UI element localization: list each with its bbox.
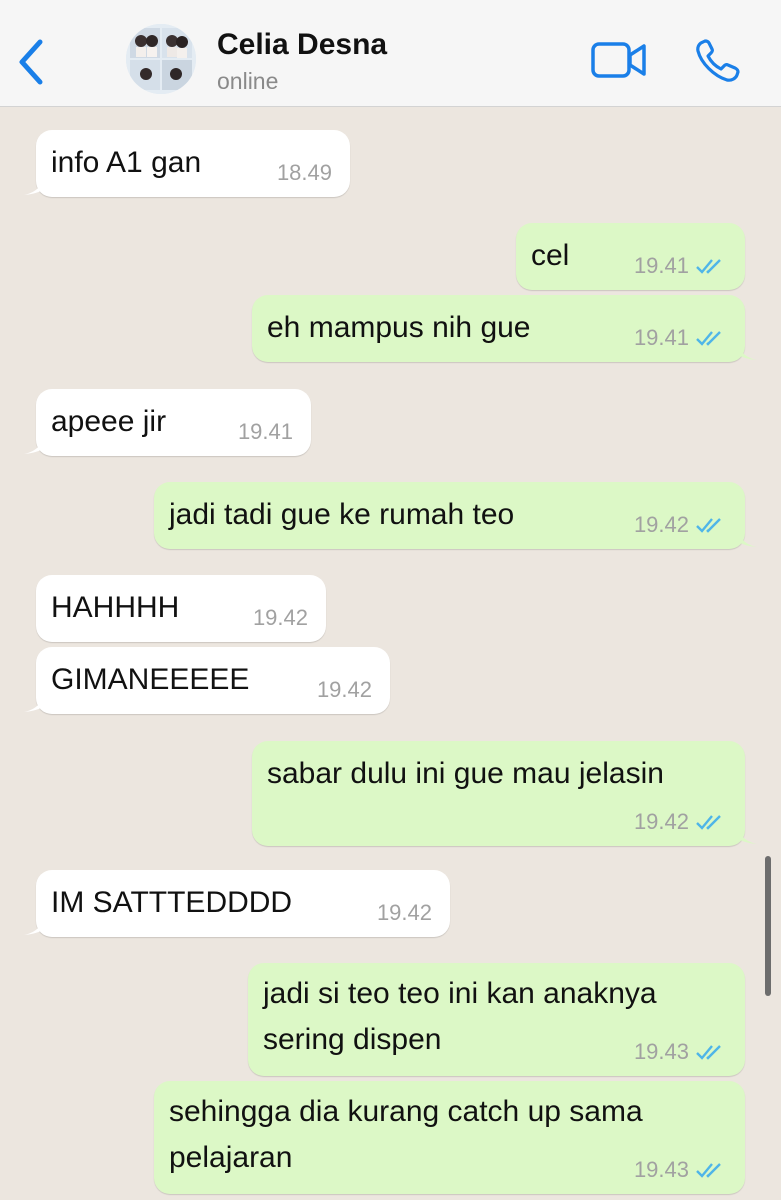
- message-text: sabar dulu ini gue mau jelasin: [267, 757, 664, 790]
- message-time: 19.42: [376, 900, 432, 925]
- message-bubble-outgoing[interactable]: jadi tadi gue ke rumah teo 19.42: [154, 482, 757, 549]
- bubble-tail: [737, 342, 757, 360]
- message-time: 19.42: [252, 605, 308, 630]
- message-text: GIMANEEEEE: [51, 663, 250, 696]
- message-time: 19.43: [633, 1039, 689, 1064]
- message-text-line: jadi si teo teo ini kan anaknya: [263, 977, 657, 1010]
- message-time: 19.42: [633, 809, 689, 834]
- double-check-icon: [696, 1163, 721, 1178]
- message-list[interactable]: info A1 gan 18.49 cel 19.41 eh mampus ni…: [0, 108, 781, 1200]
- message-bubble-incoming[interactable]: IM SATTTEDDDD 19.42: [24, 870, 450, 937]
- message-bubble-incoming[interactable]: info A1 gan 18.49: [24, 130, 350, 197]
- message-text-line: sering dispen: [263, 1023, 442, 1056]
- message-bubble-outgoing[interactable]: sehingga dia kurang catch up sama pelaja…: [154, 1081, 745, 1194]
- message-time: 19.42: [316, 677, 372, 702]
- phone-icon: [696, 39, 740, 82]
- bubble-tail: [24, 436, 44, 454]
- message-text: apeee jir: [51, 405, 167, 438]
- double-check-icon: [696, 1045, 721, 1060]
- message-text: info A1 gan: [51, 146, 202, 179]
- message-text: IM SATTTEDDDD: [51, 886, 293, 919]
- double-check-icon: [696, 815, 721, 830]
- message-text: jadi tadi gue ke rumah teo: [169, 498, 515, 531]
- scrollbar[interactable]: [765, 856, 771, 996]
- message-time: 19.42: [633, 512, 689, 537]
- back-button[interactable]: [14, 34, 50, 90]
- message-text: eh mampus nih gue: [267, 311, 531, 344]
- message-text-line: pelajaran: [169, 1141, 293, 1174]
- message-bubble-incoming[interactable]: HAHHHH 19.42: [36, 575, 326, 642]
- avatar-photo: [126, 24, 196, 94]
- avatar[interactable]: [126, 24, 196, 94]
- message-time: 18.49: [276, 160, 332, 185]
- contact-status: online: [217, 68, 279, 94]
- message-text: cel: [531, 239, 570, 272]
- bubble-tail: [24, 694, 44, 712]
- bubble-tail: [737, 826, 757, 844]
- chevron-left-icon: [19, 39, 43, 85]
- double-check-icon: [696, 331, 721, 346]
- message-bubble-outgoing[interactable]: jadi si teo teo ini kan anaknya sering d…: [248, 963, 745, 1076]
- video-camera-icon: [591, 42, 646, 78]
- contact-name[interactable]: Celia Desna: [217, 28, 387, 62]
- video-call-button[interactable]: [590, 40, 648, 80]
- message-time: 19.43: [633, 1157, 689, 1182]
- bubble-tail: [24, 177, 44, 195]
- voice-call-button[interactable]: [694, 38, 742, 84]
- message-time: 19.41: [633, 253, 689, 278]
- message-text-line: sehingga dia kurang catch up sama: [169, 1095, 643, 1128]
- message-bubble-outgoing[interactable]: sabar dulu ini gue mau jelasin 19.42: [252, 741, 757, 846]
- message-bubble-incoming[interactable]: apeee jir 19.41: [24, 389, 311, 456]
- bubble-tail: [24, 917, 44, 935]
- message-time: 19.41: [633, 325, 689, 350]
- bubble-tail: [737, 529, 757, 547]
- double-check-icon: [696, 518, 721, 533]
- chat-header: Celia Desna online: [0, 0, 781, 107]
- message-bubble-incoming[interactable]: GIMANEEEEE 19.42: [24, 647, 390, 714]
- message-text: HAHHHH: [51, 591, 180, 624]
- message-bubble-outgoing[interactable]: cel 19.41: [516, 223, 745, 290]
- message-time: 19.41: [237, 419, 293, 444]
- double-check-icon: [696, 259, 721, 274]
- message-bubble-outgoing[interactable]: eh mampus nih gue 19.41: [252, 295, 757, 362]
